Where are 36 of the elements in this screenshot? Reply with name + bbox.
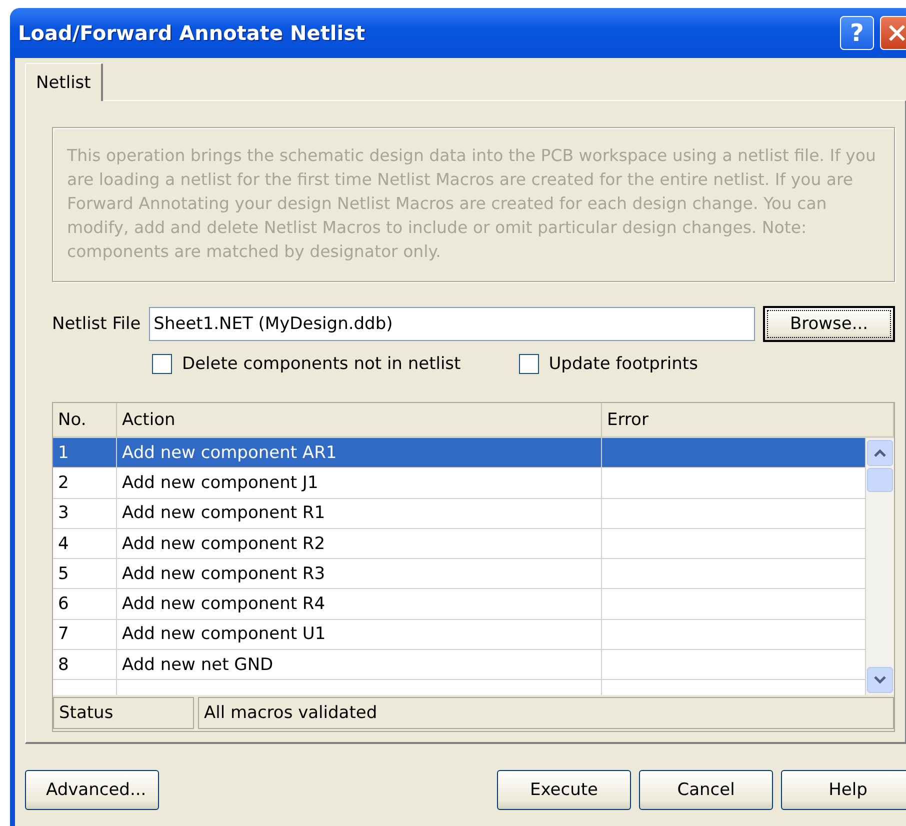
scroll-up-button[interactable]: [867, 440, 893, 466]
table-row[interactable]: 6 Add new component R4: [53, 589, 866, 620]
browse-button[interactable]: Browse...: [763, 306, 895, 342]
table-row[interactable]: 1 Add new component AR1: [53, 438, 866, 468]
window-title: Load/Forward Annotate Netlist: [18, 21, 366, 45]
checkbox[interactable]: [152, 354, 172, 374]
column-header[interactable]: No.: [53, 403, 117, 438]
status-label: Status: [53, 697, 194, 729]
tab[interactable]: Netlist: [25, 63, 103, 101]
chevron-down-icon: [874, 676, 886, 684]
table-row[interactable]: 8 Add new net GND: [53, 650, 866, 680]
table-row[interactable]: 7 Add new component U1: [53, 620, 866, 650]
field-label: Netlist File: [52, 314, 141, 334]
dialog-button[interactable]: Advanced...: [25, 770, 159, 810]
column-header[interactable]: Action: [117, 403, 602, 438]
help-button[interactable]: ?: [840, 16, 874, 50]
scrollbar[interactable]: [866, 438, 894, 695]
dialog-button[interactable]: Help: [781, 770, 906, 810]
chevron-up-icon: [874, 449, 886, 457]
close-button[interactable]: [880, 16, 906, 50]
table-row[interactable]: 3 Add new component R1: [53, 498, 866, 529]
scroll-down-button[interactable]: [867, 667, 893, 693]
table-row[interactable]: 5 Add new component R3: [53, 559, 866, 590]
close-icon: [887, 23, 906, 43]
column-header[interactable]: Error: [602, 403, 894, 438]
checkbox[interactable]: [518, 354, 539, 374]
checkbox-label: Update footprints: [548, 354, 698, 374]
checkbox-label: Delete components not in netlist: [182, 354, 461, 374]
netlist-file-field[interactable]: Sheet1.NET (MyDesign.ddb): [148, 307, 755, 341]
description-text: This operation brings the schematic design data into the PCB workspace using a netlist file. If you are loading a netlist for the first time Netlist Macros are created for the entire netlist. If you are Forward Annotating your design Netlist Macros are created for each design change. You can modify, add and delete Netlist Macros to include or omit particular design changes. Note: components are matched by designator only.: [52, 127, 895, 282]
dialog-button[interactable]: Execute: [497, 770, 631, 810]
dialog-button[interactable]: Cancel: [639, 770, 773, 810]
table-row[interactable]: 4 Add new component R2: [53, 528, 866, 560]
status-text: All macros validated: [198, 697, 894, 729]
scroll-thumb[interactable]: [867, 468, 893, 492]
table-row[interactable]: 2 Add new component J1: [53, 468, 866, 499]
